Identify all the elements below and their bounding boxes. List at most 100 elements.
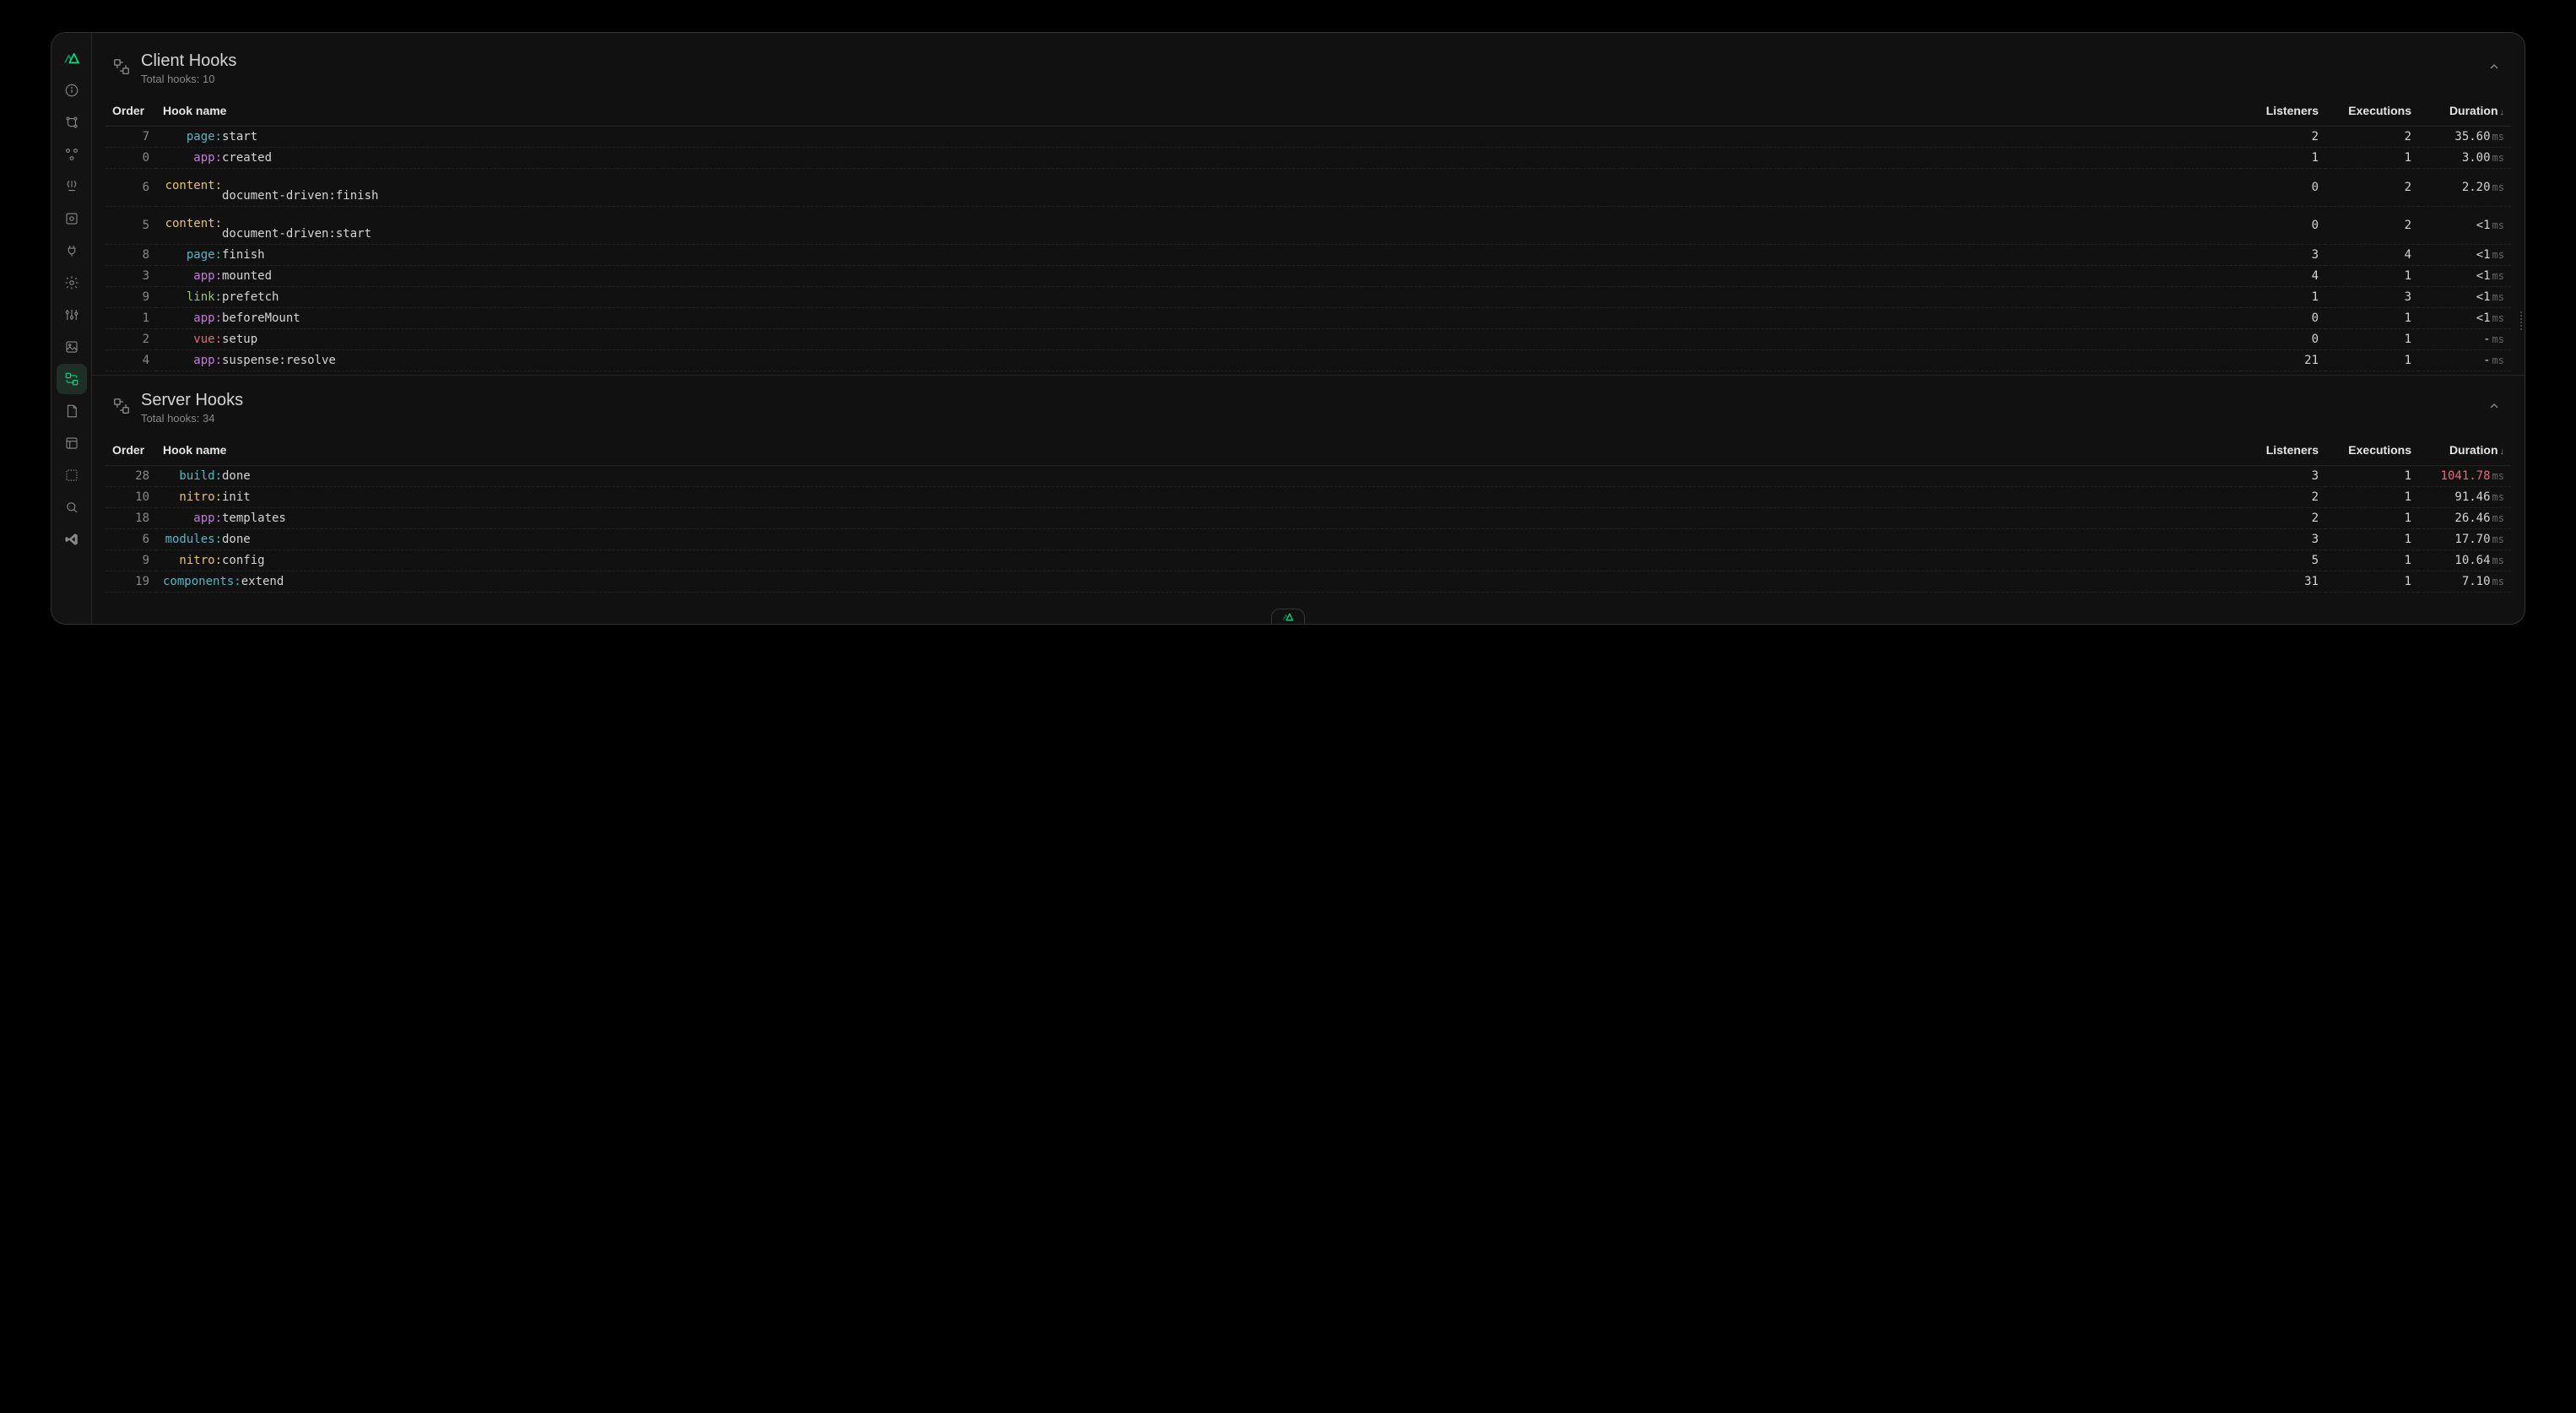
cell-listeners: 5 xyxy=(2241,550,2325,571)
section-subtitle: Total hooks: 34 xyxy=(141,412,2474,425)
cell-order: 9 xyxy=(106,287,156,308)
table-row[interactable]: 8page:finish34<1ms xyxy=(106,245,2511,266)
cell-hookname: app:mounted xyxy=(156,266,2241,287)
sidebar-tree-icon[interactable] xyxy=(57,107,87,138)
col-duration[interactable]: Duration↓ xyxy=(2418,435,2511,466)
table-row[interactable]: 3app:mounted41<1ms xyxy=(106,266,2511,287)
table-row[interactable]: 2vue:setup01-ms xyxy=(106,329,2511,350)
cell-hookname: nitro:init xyxy=(156,487,2241,508)
sidebar-panel-icon[interactable] xyxy=(57,428,87,458)
col-executions[interactable]: Executions xyxy=(2325,95,2418,127)
table-row[interactable]: 19components:extend3117.10ms xyxy=(106,571,2511,593)
nuxt-logo-handle[interactable] xyxy=(1271,609,1305,624)
cell-duration: 1041.78ms xyxy=(2418,466,2511,487)
table-row[interactable]: 7page:start2235.60ms xyxy=(106,127,2511,148)
sidebar-box-icon[interactable] xyxy=(57,203,87,234)
cell-order: 9 xyxy=(106,550,156,571)
cell-listeners: 2 xyxy=(2241,127,2325,148)
cell-order: 6 xyxy=(106,169,156,207)
cell-hookname: build:done xyxy=(156,466,2241,487)
section-header: Client Hooks Total hooks: 10 xyxy=(106,40,2511,95)
cell-listeners: 0 xyxy=(2241,308,2325,329)
content[interactable]: Client Hooks Total hooks: 10 Order Hook … xyxy=(92,33,2525,624)
table-row[interactable]: 5content:document-driven:start02<1ms xyxy=(106,207,2511,245)
table-row[interactable]: 4app:suspense:resolve211-ms xyxy=(106,350,2511,371)
cell-executions: 1 xyxy=(2325,148,2418,169)
cell-order: 7 xyxy=(106,127,156,148)
sidebar-image-icon[interactable] xyxy=(57,332,87,362)
col-order[interactable]: Order xyxy=(106,95,156,127)
cell-hookname: vue:setup xyxy=(156,329,2241,350)
cell-listeners: 21 xyxy=(2241,350,2325,371)
section-title-block: Client Hooks Total hooks: 10 xyxy=(141,51,2474,85)
cell-executions: 1 xyxy=(2325,571,2418,593)
section-title: Client Hooks xyxy=(141,51,2474,71)
cell-executions: 1 xyxy=(2325,466,2418,487)
sidebar-info-icon[interactable] xyxy=(57,75,87,106)
collapse-button[interactable] xyxy=(2484,396,2504,420)
hooks-icon xyxy=(112,57,131,80)
server-hooks-section: Server Hooks Total hooks: 34 Order Hook … xyxy=(92,379,2525,593)
table-row[interactable]: 1app:beforeMount01<1ms xyxy=(106,308,2511,329)
col-hookname[interactable]: Hook name xyxy=(156,95,2241,127)
col-order[interactable]: Order xyxy=(106,435,156,466)
col-executions[interactable]: Executions xyxy=(2325,435,2418,466)
cell-listeners: 1 xyxy=(2241,287,2325,308)
cell-order: 28 xyxy=(106,466,156,487)
cell-duration: 3.00ms xyxy=(2418,148,2511,169)
client-hooks-table: Order Hook name Listeners Executions Dur… xyxy=(106,95,2511,371)
sidebar-sliders-icon[interactable] xyxy=(57,300,87,330)
table-row[interactable]: 18app:templates2126.46ms xyxy=(106,508,2511,529)
cell-hookname: app:templates xyxy=(156,508,2241,529)
cell-listeners: 0 xyxy=(2241,207,2325,245)
sort-desc-icon: ↓ xyxy=(2500,107,2505,117)
sidebar-bolt-icon[interactable] xyxy=(57,171,87,202)
sidebar-terminal-icon[interactable] xyxy=(57,460,87,490)
sidebar-logo[interactable] xyxy=(57,43,87,73)
col-hookname[interactable]: Hook name xyxy=(156,435,2241,466)
cell-duration: <1ms xyxy=(2418,207,2511,245)
client-hooks-section: Client Hooks Total hooks: 10 Order Hook … xyxy=(92,40,2525,371)
cell-executions: 1 xyxy=(2325,550,2418,571)
cell-order: 4 xyxy=(106,350,156,371)
table-row[interactable]: 0app:created113.00ms xyxy=(106,148,2511,169)
cell-order: 0 xyxy=(106,148,156,169)
section-header: Server Hooks Total hooks: 34 xyxy=(106,379,2511,435)
cell-executions: 2 xyxy=(2325,127,2418,148)
col-listeners[interactable]: Listeners xyxy=(2241,95,2325,127)
sidebar-plug-icon[interactable] xyxy=(57,236,87,266)
sidebar-document-icon[interactable] xyxy=(57,396,87,426)
cell-listeners: 0 xyxy=(2241,329,2325,350)
cell-order: 19 xyxy=(106,571,156,593)
cell-executions: 4 xyxy=(2325,245,2418,266)
sidebar xyxy=(51,33,92,624)
sidebar-gear-icon[interactable] xyxy=(57,268,87,298)
table-row[interactable]: 6content:document-driven:finish022.20ms xyxy=(106,169,2511,207)
drag-handle[interactable] xyxy=(2519,311,2523,345)
cell-executions: 1 xyxy=(2325,329,2418,350)
cell-executions: 1 xyxy=(2325,266,2418,287)
cell-order: 3 xyxy=(106,266,156,287)
sidebar-hooks-icon[interactable] xyxy=(57,364,87,394)
table-row[interactable]: 6modules:done3117.70ms xyxy=(106,529,2511,550)
col-listeners[interactable]: Listeners xyxy=(2241,435,2325,466)
layout: Client Hooks Total hooks: 10 Order Hook … xyxy=(51,33,2525,624)
cell-hookname: app:created xyxy=(156,148,2241,169)
cell-duration: 35.60ms xyxy=(2418,127,2511,148)
sidebar-vscode-icon[interactable] xyxy=(57,524,87,555)
cell-order: 10 xyxy=(106,487,156,508)
table-header-row: Order Hook name Listeners Executions Dur… xyxy=(106,95,2511,127)
sort-desc-icon: ↓ xyxy=(2500,447,2505,457)
table-row[interactable]: 9link:prefetch13<1ms xyxy=(106,287,2511,308)
table-row[interactable]: 10nitro:init2191.46ms xyxy=(106,487,2511,508)
cell-executions: 3 xyxy=(2325,287,2418,308)
table-row[interactable]: 28build:done311041.78ms xyxy=(106,466,2511,487)
cell-duration: 26.46ms xyxy=(2418,508,2511,529)
sidebar-stack-icon[interactable] xyxy=(57,139,87,170)
cell-order: 5 xyxy=(106,207,156,245)
collapse-button[interactable] xyxy=(2484,57,2504,81)
cell-duration: 91.46ms xyxy=(2418,487,2511,508)
sidebar-search-icon[interactable] xyxy=(57,492,87,522)
col-duration[interactable]: Duration↓ xyxy=(2418,95,2511,127)
table-row[interactable]: 9nitro:config5110.64ms xyxy=(106,550,2511,571)
